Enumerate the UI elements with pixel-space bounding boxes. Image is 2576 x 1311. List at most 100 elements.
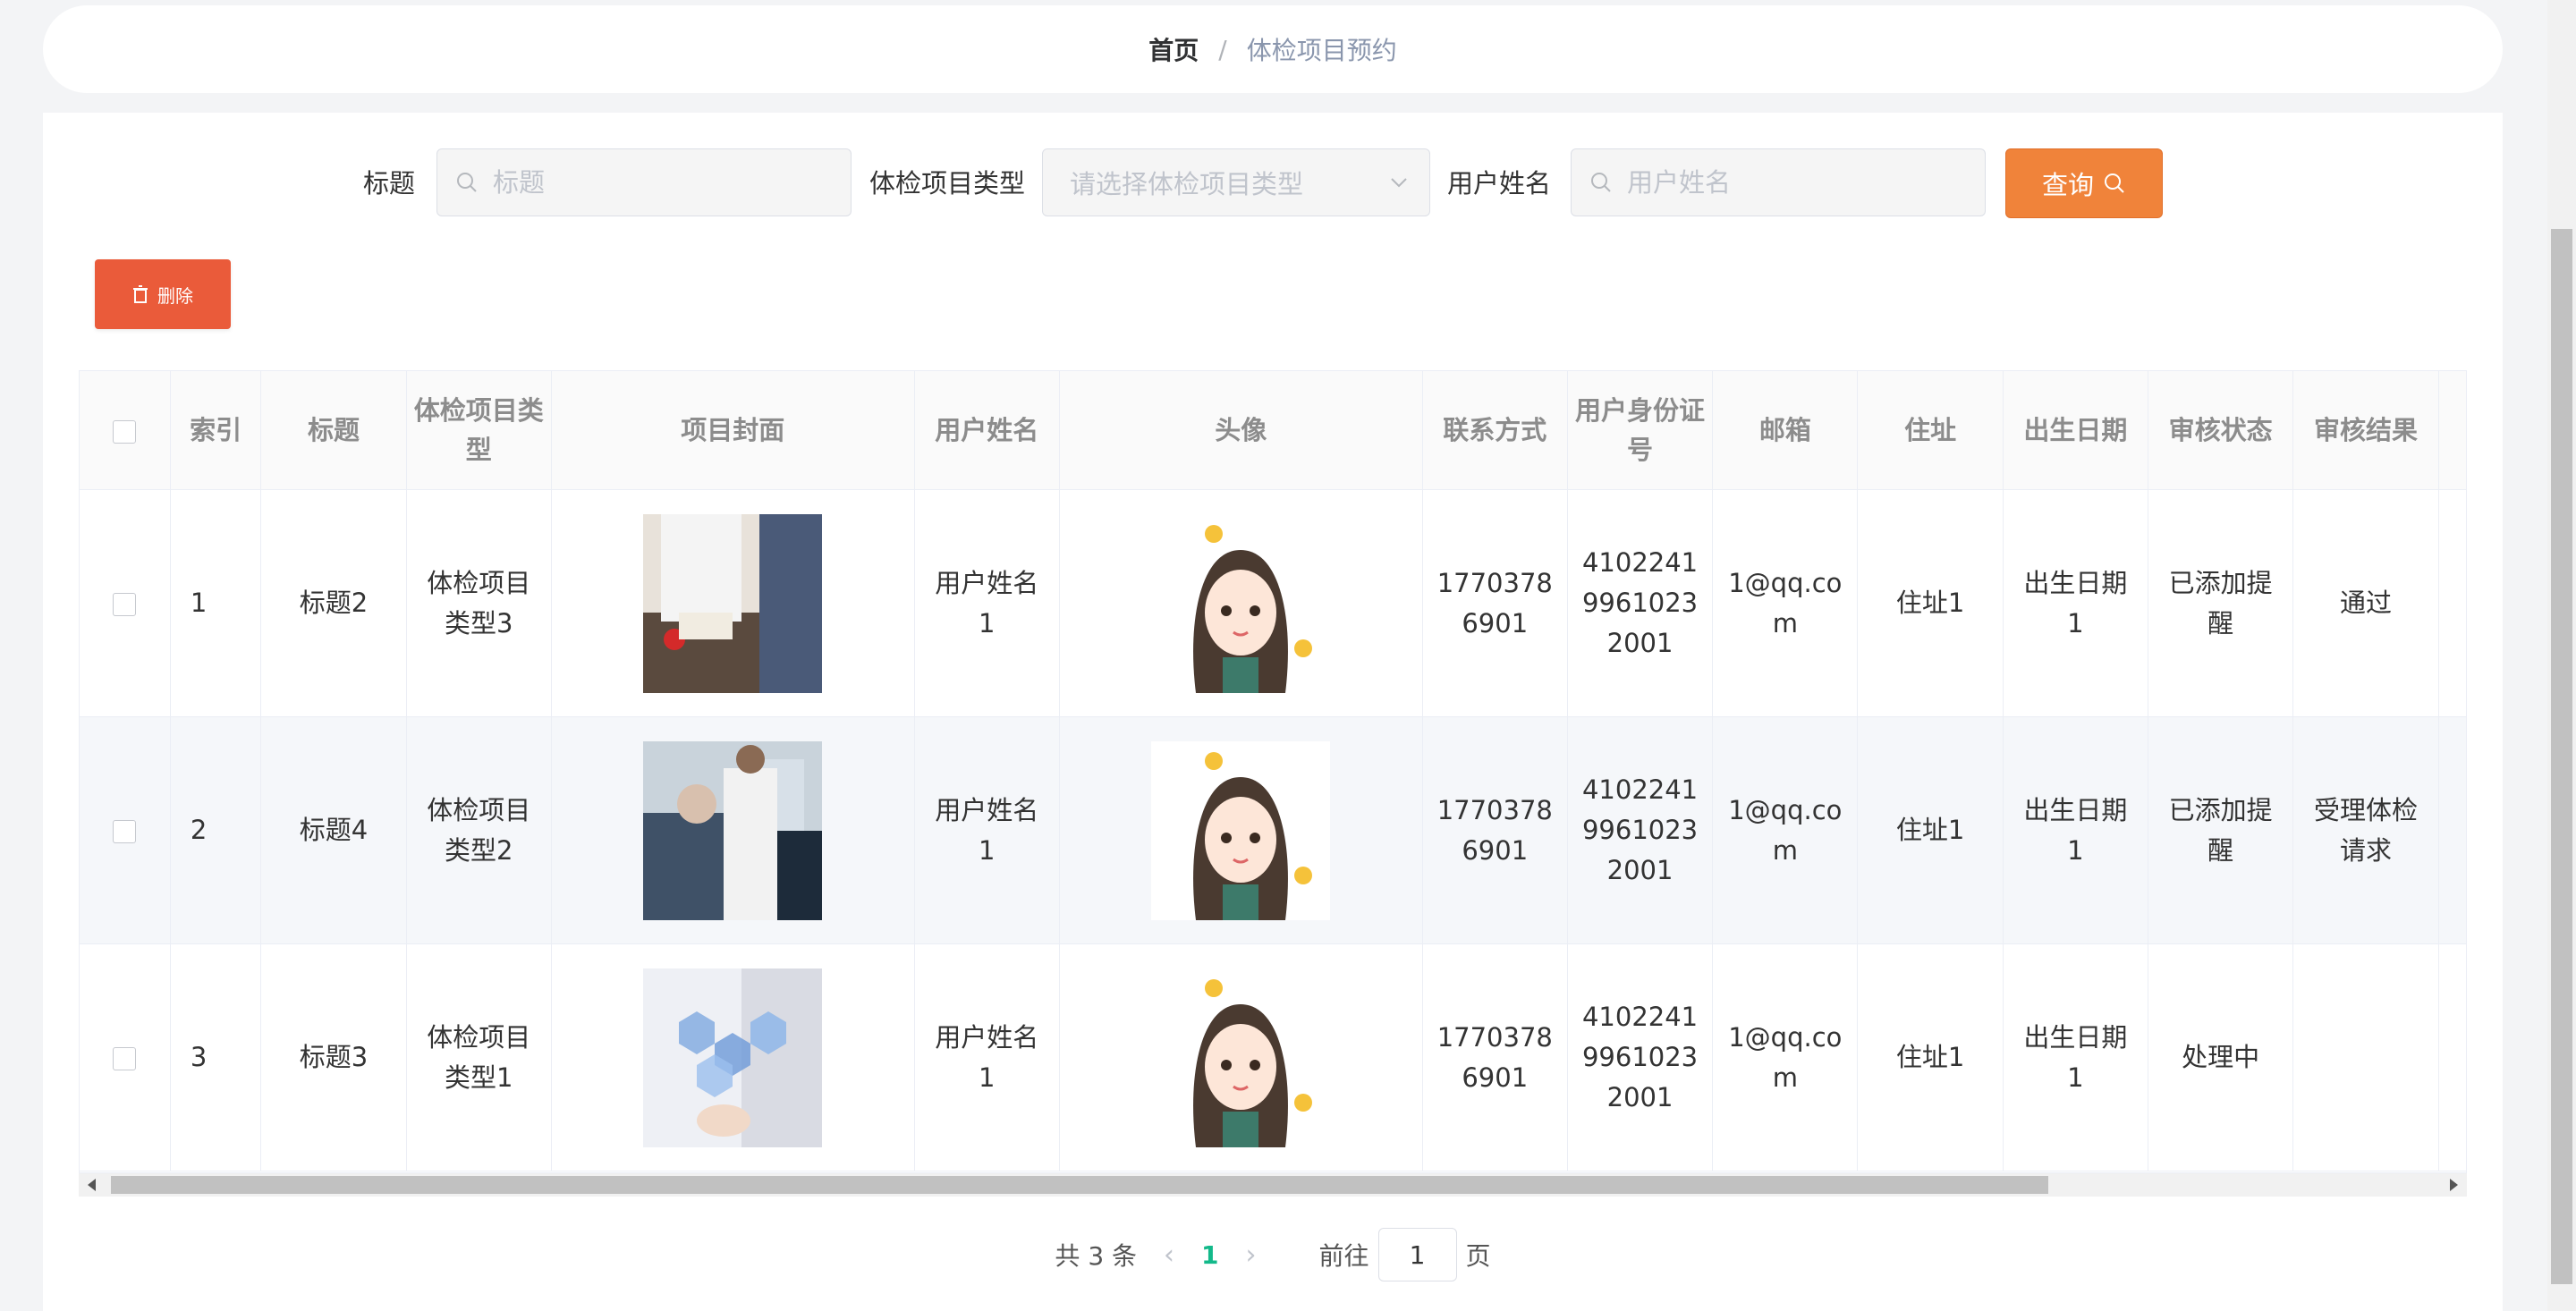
cover-image[interactable] [643,740,823,920]
goto-page-input[interactable]: 1 [1377,1228,1457,1281]
table-row: 3 标题3 体检项目类型1 用户姓名1 17703786901 41022419… [80,943,2466,1171]
scroll-left-arrow-icon[interactable] [88,1179,96,1191]
title-input[interactable] [491,166,826,199]
data-table: 索引 标题 体检项目类型 项目封面 用户姓名 头像 联系方式 用户身份证号 邮箱… [79,370,2467,1173]
scrollbar-thumb[interactable] [111,1176,2048,1194]
cell-type: 体检项目类型2 [406,716,552,944]
row-select[interactable] [80,943,171,1171]
table-row: 2 标题4 体检项目类型2 用户姓名1 17703786901 41022419… [80,716,2466,944]
cell-cover [551,943,915,1171]
header-address: 住址 [1857,371,2004,490]
title-label: 标题 [363,168,416,199]
username-input[interactable] [1625,166,1960,199]
row-checkbox[interactable] [113,593,137,616]
delete-button[interactable]: 删除 [95,259,231,329]
header-status: 审核状态 [2148,371,2294,490]
cell-status: 处理中 [2148,943,2294,1171]
cell-email: 1@qq.com [1712,716,1859,944]
page-vertical-scrollbar[interactable] [2547,0,2576,1311]
cell-cover [551,716,915,944]
breadcrumb-home[interactable]: 首页 [1148,31,1199,67]
cell-address: 住址1 [1857,716,2004,944]
goto-label: 前往 [1318,1241,1369,1271]
prev-page-icon[interactable]: ‹ [1164,1239,1174,1271]
cell-address: 住址1 [1857,943,2004,1171]
header-id-number: 用户身份证号 [1567,371,1714,490]
table-row: 1 标题2 体检项目类型3 用户姓名1 17703786901 41022419… [80,489,2466,717]
type-label: 体检项目类型 [869,168,1026,199]
cell-type: 体检项目类型1 [406,943,552,1171]
header-email: 邮箱 [1712,371,1859,490]
main-panel: 标题 体检项目类型 请选择体检项目类型 用户姓名 查询 删除 [43,113,2503,1311]
header-birth: 出生日期 [2003,371,2149,490]
cell-username: 用户姓名1 [914,489,1060,717]
cell-index: 3 [170,943,262,1171]
cell-phone: 17703786901 [1422,716,1568,944]
search-icon [2105,173,2124,193]
header-index: 索引 [170,371,262,490]
chevron-down-icon [1391,178,1407,188]
header-type: 体检项目类型 [406,371,552,490]
cell-birth: 出生日期1 [2003,489,2149,717]
cell-phone: 17703786901 [1422,489,1568,717]
cell-username: 用户姓名1 [914,716,1060,944]
cell-type: 体检项目类型3 [406,489,552,717]
header-avatar: 头像 [1059,371,1423,490]
page-number-current[interactable]: 1 [1201,1240,1218,1270]
cell-id-number: 410224199610232001 [1567,489,1714,717]
row-select[interactable] [80,716,171,944]
header-phone: 联系方式 [1422,371,1568,490]
breadcrumb-separator: / [1218,34,1227,64]
row-checkbox[interactable] [113,820,137,843]
cover-image[interactable] [643,513,823,693]
header-username: 用户姓名 [914,371,1060,490]
pagination: 共 3 条 ‹ 1 › 前往 1 页 [43,1225,2503,1284]
scroll-right-arrow-icon[interactable] [2450,1179,2458,1191]
query-button[interactable]: 查询 [2005,148,2163,218]
cell-result: 受理体检请求 [2292,716,2439,944]
cell-address: 住址1 [1857,489,2004,717]
row-select[interactable] [80,489,171,717]
horizontal-scrollbar[interactable] [79,1173,2467,1197]
breadcrumb: 首页 / 体检项目预约 [43,5,2503,93]
username-input-wrapper[interactable] [1571,148,1986,216]
cell-email: 1@qq.com [1712,943,1859,1171]
header-cover: 项目封面 [551,371,915,490]
avatar[interactable] [1151,513,1331,693]
next-page-icon[interactable]: › [1246,1239,1257,1271]
cell-result [2292,943,2439,1171]
cell-title: 标题3 [260,943,407,1171]
cell-birth: 出生日期1 [2003,716,2149,944]
cell-phone: 17703786901 [1422,943,1568,1171]
query-button-label: 查询 [2041,170,2094,200]
header-result: 审核结果 [2292,371,2439,490]
trash-icon [133,285,148,303]
title-input-wrapper[interactable] [436,148,852,216]
cell-index: 1 [170,489,262,717]
search-icon [457,173,477,192]
username-label: 用户姓名 [1447,168,1552,199]
cell-id-number: 410224199610232001 [1567,716,1714,944]
cell-birth: 出生日期1 [2003,943,2149,1171]
delete-button-label: 删除 [157,284,193,307]
cell-title: 标题2 [260,489,407,717]
type-select[interactable]: 请选择体检项目类型 [1042,148,1430,216]
header-title: 标题 [260,371,407,490]
search-icon [1591,173,1611,192]
cover-image[interactable] [643,968,823,1147]
row-checkbox[interactable] [113,1047,137,1070]
page-scrollbar-thumb[interactable] [2551,229,2572,1284]
header-actions [2438,371,2466,490]
cell-avatar [1059,716,1423,944]
cell-email: 1@qq.com [1712,489,1859,717]
avatar[interactable] [1151,968,1331,1147]
avatar[interactable] [1151,740,1331,920]
cell-title: 标题4 [260,716,407,944]
header-select-all[interactable] [80,371,171,490]
cell-cover [551,489,915,717]
cell-status: 已添加提醒 [2148,716,2294,944]
select-all-checkbox[interactable] [113,420,137,444]
type-select-placeholder: 请选择体检项目类型 [1070,169,1304,199]
cell-username: 用户姓名1 [914,943,1060,1171]
table-header-row: 索引 标题 体检项目类型 项目封面 用户姓名 头像 联系方式 用户身份证号 邮箱… [80,371,2466,490]
